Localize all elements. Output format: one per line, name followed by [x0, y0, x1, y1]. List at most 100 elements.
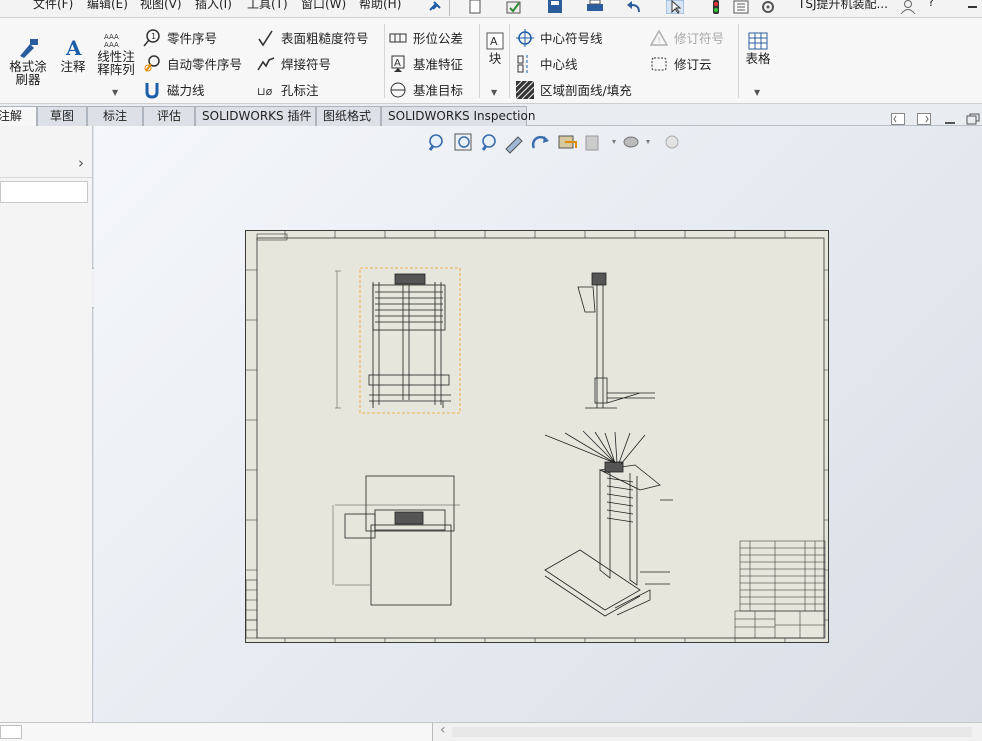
datum-feature-label: 基准特征 [413, 57, 464, 72]
center-mark-button[interactable]: 中心符号线 [516, 28, 603, 47]
hide-show-icon [585, 135, 616, 151]
surface-finish-button[interactable]: 表面粗糙度符号 [257, 28, 369, 47]
sheet-tab[interactable] [0, 725, 22, 739]
drawing-views-canvas [245, 231, 829, 643]
svg-text:1: 1 [151, 32, 156, 41]
help-question-icon[interactable]: ? [928, 0, 934, 9]
menu-insert[interactable]: 插入(I) [195, 0, 232, 12]
tab-solidworks-addins[interactable]: SOLIDWORKS 插件 [195, 106, 316, 126]
balloon-icon: 1 [143, 28, 160, 46]
tables-button[interactable]: 表格 [742, 32, 774, 65]
new-document-icon[interactable] [466, 0, 484, 14]
datum-target-button[interactable]: 基准目标 [389, 80, 463, 99]
area-hatch-label: 区域剖面线/填充 [540, 83, 632, 98]
revision-cloud-button[interactable]: 修订云 [650, 54, 712, 73]
user-account-icon[interactable] [899, 0, 917, 14]
select-icon[interactable] [666, 0, 684, 14]
note-label: 注释 [60, 59, 86, 74]
restore-window-icon[interactable] [966, 113, 980, 125]
tab-sketch[interactable]: 草图 [37, 106, 87, 126]
menu-bar: 文件(F) 编辑(E) 视图(V) 插入(I) 工具(T) 窗口(W) 帮助(H… [0, 0, 982, 18]
surface-finish-label: 表面粗糙度符号 [281, 31, 369, 46]
menu-tools[interactable]: 工具(T) [247, 0, 288, 12]
menu-help[interactable]: 帮助(H) [359, 0, 401, 12]
datum-feature-button[interactable]: A 基准特征 [389, 54, 463, 73]
open-document-icon[interactable] [505, 0, 523, 14]
hole-callout-button[interactable]: ⊔ø 孔标注 [257, 80, 319, 99]
menu-edit[interactable]: 编辑(E) [87, 0, 128, 12]
tab-solidworks-inspection[interactable]: SOLIDWORKS Inspection [381, 106, 535, 126]
tables-dropdown-caret[interactable]: ▼ [754, 88, 760, 97]
auto-balloon-button[interactable]: 自动零件序号 [143, 54, 242, 73]
balloon-button[interactable]: 1 零件序号 [143, 28, 217, 47]
options-gear-icon[interactable] [759, 0, 777, 14]
print-icon[interactable] [586, 0, 604, 14]
panel-filter-field[interactable] [0, 181, 88, 203]
note-button[interactable]: A 注释 [55, 38, 91, 73]
heads-up-view-toolbar[interactable] [426, 132, 686, 154]
weld-symbol-label: 焊接符号 [281, 57, 332, 72]
note-dropdown-caret[interactable]: ▼ [112, 88, 118, 97]
horizontal-scrollbar[interactable] [452, 727, 972, 737]
sheet-border [256, 237, 825, 639]
surface-finish-icon [258, 30, 273, 46]
auto-balloon-icon [144, 54, 160, 72]
file-properties-icon[interactable] [732, 0, 750, 14]
svg-text:A: A [490, 35, 498, 48]
note-pattern-icon: AAAAAA [104, 33, 119, 48]
blocks-label: 块 [488, 51, 502, 66]
undo-icon[interactable] [626, 0, 644, 14]
gtol-label: 形位公差 [413, 31, 464, 46]
linear-note-pattern-button[interactable]: AAA AAA 线性注 释阵列 [94, 32, 138, 76]
revision-cloud-label: 修订云 [674, 57, 712, 72]
sheet-tab-area[interactable] [0, 723, 433, 741]
ribbon-separator [738, 24, 739, 98]
command-manager-tabs: 注解 草图 标注 评估 SOLIDWORKS 插件 图纸格式 SOLIDWORK… [0, 104, 982, 126]
bom-table [739, 540, 826, 612]
revision-symbol-button[interactable]: ! 修订符号 [650, 28, 724, 47]
magnetic-line-button[interactable]: 磁力线 [143, 80, 205, 99]
expand-chevron-icon[interactable]: › [78, 154, 84, 172]
tab-dimension[interactable]: 标注 [87, 106, 143, 126]
minimize-window-icon[interactable] [943, 113, 957, 125]
svg-text:⊔ø: ⊔ø [257, 85, 273, 98]
blocks-button[interactable]: A 块 [484, 32, 506, 65]
menu-window[interactable]: 窗口(W) [301, 0, 346, 12]
panel-header-row[interactable]: › [0, 150, 92, 178]
blocks-dropdown-caret[interactable]: ▼ [491, 88, 497, 97]
pin-icon[interactable] [425, 0, 443, 14]
scroll-left-arrow-icon[interactable]: ‹ [440, 722, 446, 738]
area-hatch-button[interactable]: 区域剖面线/填充 [516, 80, 632, 99]
rebuild-icon[interactable] [707, 0, 725, 14]
datum-feature-icon: A [391, 55, 405, 72]
tile-left-icon[interactable] [891, 113, 905, 125]
minimize-app-icon[interactable] [968, 6, 977, 8]
ribbon-separator [479, 24, 480, 98]
tab-evaluate[interactable]: 评估 [143, 106, 195, 126]
save-icon[interactable] [546, 0, 564, 14]
format-painter-icon [20, 39, 38, 58]
format-painter-button[interactable]: 格式涂 刷器 [6, 38, 50, 86]
tab-sheet-format[interactable]: 图纸格式 [316, 106, 381, 126]
feature-manager-panel: › [0, 126, 93, 722]
top-view [332, 475, 460, 606]
menu-view[interactable]: 视图(V) [140, 0, 182, 12]
weld-symbol-button[interactable]: 焊接符号 [257, 54, 331, 73]
command-manager-ribbon: 格式涂 刷器 A 注释 AAA AAA 线性注 释阵列 ▼ 1 零件序号 自动零件… [0, 18, 982, 104]
border-zone-ticks [246, 231, 829, 643]
appearance-icon [623, 136, 650, 148]
zoom-area-icon [454, 133, 472, 151]
centerline-button[interactable]: 中心线 [516, 54, 578, 73]
weld-symbol-icon [257, 56, 275, 70]
section-view-icon [505, 136, 523, 154]
gtol-button[interactable]: 形位公差 [389, 28, 463, 47]
center-mark-label: 中心符号线 [540, 31, 603, 46]
drawing-number-box [256, 233, 288, 241]
ribbon-separator [384, 24, 385, 98]
menu-separator [449, 0, 450, 16]
drawing-sheet[interactable] [245, 230, 829, 643]
tile-right-icon[interactable] [917, 113, 931, 125]
side-view [577, 272, 655, 409]
menu-file[interactable]: 文件(F) [33, 0, 73, 12]
tab-annotation[interactable]: 注解 [0, 106, 37, 126]
